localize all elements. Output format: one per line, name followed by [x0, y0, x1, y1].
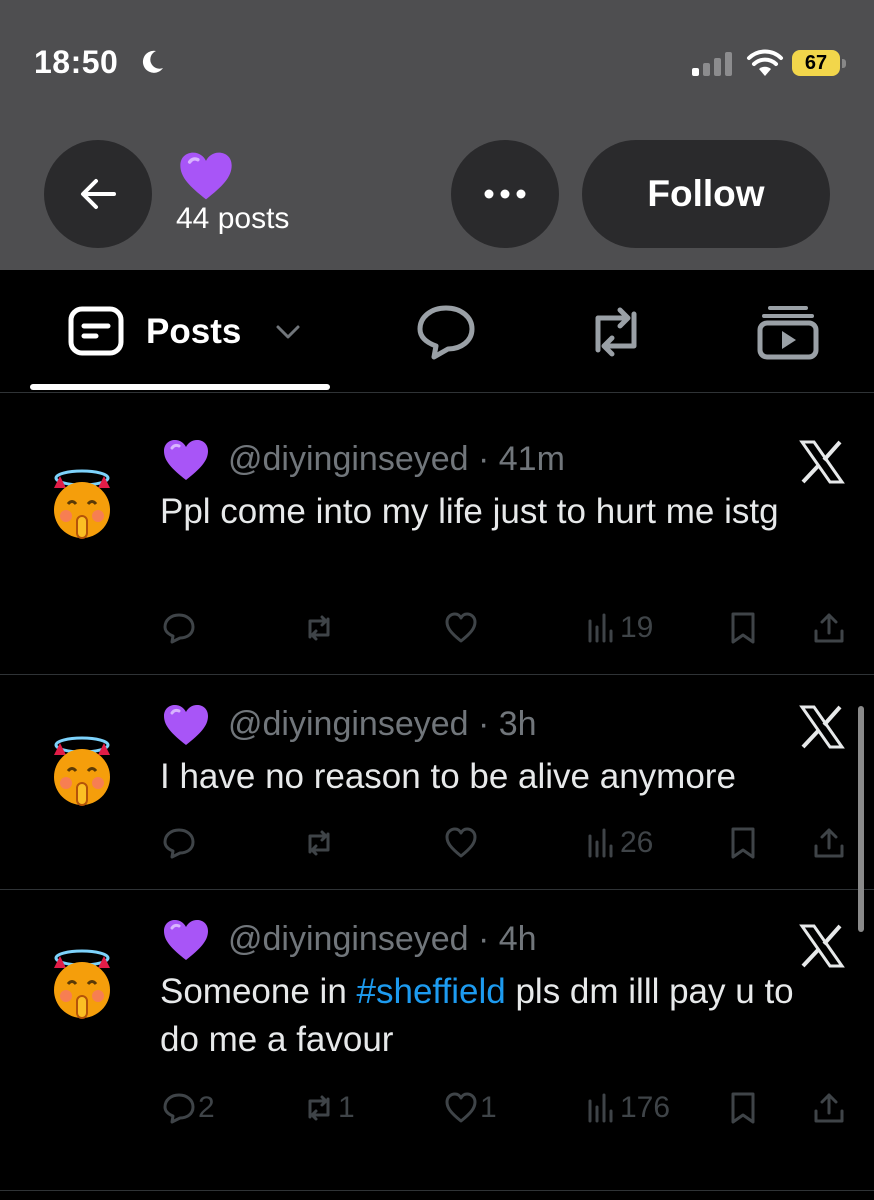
reply-icon: [162, 826, 196, 860]
status-time: 18:50: [34, 44, 119, 80]
tweet-text-before: Someone in: [160, 972, 357, 1011]
angel-devil-emoji-icon[interactable]: [44, 466, 120, 542]
back-button[interactable]: [44, 140, 152, 248]
reply-icon: [162, 611, 196, 645]
tweet-time: 41m: [498, 440, 565, 478]
tab-posts-label: Posts: [146, 312, 242, 351]
like-icon: [444, 1091, 478, 1125]
back-arrow-icon: [81, 179, 116, 209]
views-button[interactable]: 176: [584, 1090, 670, 1126]
repost-button[interactable]: [302, 610, 338, 646]
angel-devil-emoji-icon[interactable]: [44, 733, 120, 809]
tweet-item[interactable]: @diyinginseyed · 4h Someone in #sheffiel…: [0, 890, 874, 1191]
repost-button[interactable]: [302, 825, 338, 861]
scrollbar[interactable]: [858, 706, 864, 932]
views-icon: [584, 611, 618, 645]
tweet-text: Ppl come into my life just to hurt me is…: [160, 492, 779, 531]
follow-button[interactable]: Follow: [582, 140, 830, 248]
profile-header: 18:50 67 44 posts Follow: [0, 0, 874, 270]
tweet-text: I have no reason to be alive anymore: [160, 757, 736, 796]
tweet-handle: @diyinginseyed · 41m: [228, 440, 565, 478]
tweet-item[interactable]: @diyinginseyed · 41m Ppl come into my li…: [0, 392, 874, 675]
views-icon: [584, 1091, 618, 1125]
handle-text: @diyinginseyed: [228, 920, 469, 958]
repost-icon: [302, 611, 336, 645]
battery-indicator: 67: [792, 50, 848, 78]
share-button[interactable]: [812, 1090, 846, 1126]
moon-icon: [142, 50, 163, 73]
tweet-time: 4h: [498, 920, 537, 958]
purple-heart-icon: [178, 150, 234, 202]
like-icon: [444, 826, 478, 860]
share-icon: [812, 826, 846, 860]
tweet-time: 3h: [498, 705, 537, 743]
chevron-down-icon: [276, 325, 300, 339]
like-button[interactable]: [444, 825, 480, 861]
active-tab-indicator: [30, 384, 330, 390]
x-logo-icon: [798, 440, 846, 484]
reply-button[interactable]: [162, 610, 198, 646]
more-button[interactable]: [451, 140, 559, 248]
tweet-text: Someone in #sheffield pls dm illl pay u …: [160, 968, 820, 1064]
battery-level: 67: [792, 50, 840, 76]
profile-tabs: Posts: [0, 270, 874, 393]
angel-devil-emoji-icon[interactable]: [44, 946, 120, 1022]
wifi-icon: [747, 49, 783, 76]
share-icon: [812, 611, 846, 645]
view-count: 26: [620, 826, 654, 859]
posts-icon: [68, 306, 124, 356]
reply-button[interactable]: 2: [162, 1090, 215, 1126]
bookmark-icon: [726, 611, 760, 645]
repost-icon: [302, 826, 336, 860]
views-button[interactable]: 26: [584, 825, 653, 861]
tweet-handle: @diyinginseyed · 3h: [228, 705, 537, 743]
reply-icon: [162, 1091, 196, 1125]
purple-heart-icon: [162, 703, 210, 747]
repost-button[interactable]: 1: [302, 1090, 355, 1126]
like-button[interactable]: 1: [444, 1090, 497, 1126]
post-count: 44 posts: [176, 202, 290, 235]
x-logo-icon: [798, 924, 846, 968]
bookmark-button[interactable]: [726, 825, 760, 861]
views-icon: [584, 826, 618, 860]
tweet-handle: @diyinginseyed · 4h: [228, 920, 537, 958]
repost-count: 1: [338, 1091, 355, 1124]
like-icon: [444, 611, 478, 645]
handle-text: @diyinginseyed: [228, 440, 469, 478]
purple-heart-icon: [162, 438, 210, 482]
reply-count: 2: [198, 1091, 215, 1124]
purple-heart-icon: [162, 918, 210, 962]
share-icon: [812, 1091, 846, 1125]
battery-tip: [842, 59, 846, 68]
repost-icon[interactable]: [584, 304, 648, 360]
hashtag-link[interactable]: #sheffield: [357, 972, 506, 1011]
bookmark-icon: [726, 826, 760, 860]
x-logo-icon: [798, 705, 846, 749]
share-button[interactable]: [812, 610, 846, 646]
handle-text: @diyinginseyed: [228, 705, 469, 743]
tab-posts[interactable]: Posts: [30, 270, 330, 392]
signal-icon: [692, 52, 732, 76]
like-count: 1: [480, 1091, 497, 1124]
views-button[interactable]: 19: [584, 610, 653, 646]
bookmark-icon: [726, 1091, 760, 1125]
share-button[interactable]: [812, 825, 846, 861]
bookmark-button[interactable]: [726, 1090, 760, 1126]
media-icon[interactable]: [756, 304, 820, 360]
view-count: 19: [620, 611, 654, 644]
bookmark-button[interactable]: [726, 610, 760, 646]
tweet-item[interactable]: @diyinginseyed · 3h I have no reason to …: [0, 675, 874, 890]
more-icon: [484, 189, 526, 199]
repost-icon: [302, 1091, 336, 1125]
reply-bubble-icon[interactable]: [414, 304, 478, 360]
reply-button[interactable]: [162, 825, 198, 861]
view-count: 176: [620, 1091, 671, 1124]
like-button[interactable]: [444, 610, 480, 646]
